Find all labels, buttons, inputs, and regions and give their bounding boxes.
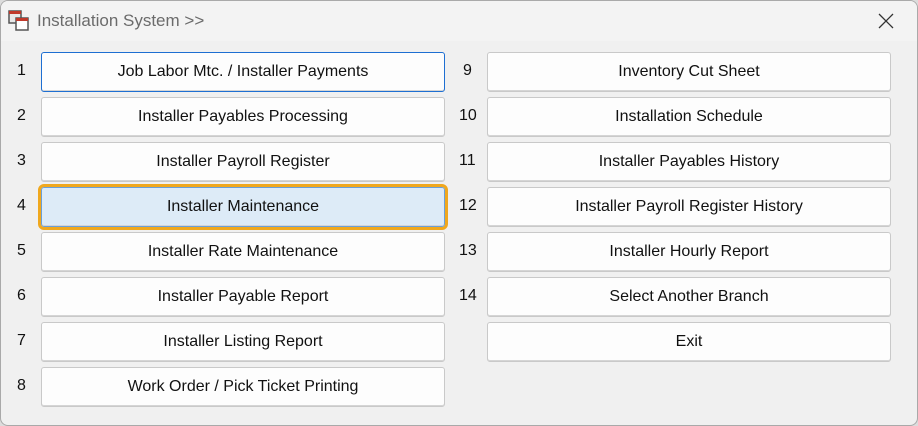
installer-payroll-register-button[interactable]: Installer Payroll Register: [41, 142, 445, 182]
menu-number: 14: [459, 287, 477, 304]
close-icon: [878, 13, 894, 29]
installer-maintenance-button[interactable]: Installer Maintenance: [38, 184, 448, 230]
select-another-branch-button[interactable]: Select Another Branch: [487, 277, 891, 317]
menu-number: 2: [17, 107, 26, 124]
installer-payroll-register-history-button[interactable]: Installer Payroll Register History: [487, 187, 891, 227]
menu-number: 12: [459, 197, 477, 214]
close-button[interactable]: [863, 5, 909, 37]
menu-number: 8: [17, 377, 26, 394]
menu-number: 1: [17, 62, 26, 79]
installer-listing-report-button[interactable]: Installer Listing Report: [41, 322, 445, 362]
title-bar[interactable]: Installation System >>: [1, 1, 917, 41]
menu-number: 9: [463, 62, 472, 79]
job-labor-installer-payments-button[interactable]: Job Labor Mtc. / Installer Payments: [41, 52, 445, 92]
inventory-cut-sheet-button[interactable]: Inventory Cut Sheet: [487, 52, 891, 92]
installation-schedule-button[interactable]: Installation Schedule: [487, 97, 891, 137]
menu-number: 4: [17, 197, 26, 214]
menu-number: 7: [17, 332, 26, 349]
menu-number: 13: [459, 242, 477, 259]
menu-number: 10: [459, 107, 477, 124]
window-title: Installation System >>: [37, 11, 205, 30]
menu-number: 5: [17, 242, 26, 259]
menu-number: 6: [17, 287, 26, 304]
menu-panel: 1 Job Labor Mtc. / Installer Payments 2 …: [1, 41, 917, 425]
installer-rate-maintenance-button[interactable]: Installer Rate Maintenance: [41, 232, 445, 272]
installer-payable-report-button[interactable]: Installer Payable Report: [41, 277, 445, 317]
work-order-pick-ticket-printing-button[interactable]: Work Order / Pick Ticket Printing: [41, 367, 445, 407]
installer-payables-history-button[interactable]: Installer Payables History: [487, 142, 891, 182]
menu-number: 11: [459, 152, 476, 169]
installation-system-window: Installation System >> 1 Job Labor Mtc. …: [0, 0, 918, 426]
exit-button[interactable]: Exit: [487, 322, 891, 362]
app-window-icon: [8, 10, 29, 31]
installer-hourly-report-button[interactable]: Installer Hourly Report: [487, 232, 891, 272]
menu-number: 3: [17, 152, 26, 169]
installer-payables-processing-button[interactable]: Installer Payables Processing: [41, 97, 445, 137]
